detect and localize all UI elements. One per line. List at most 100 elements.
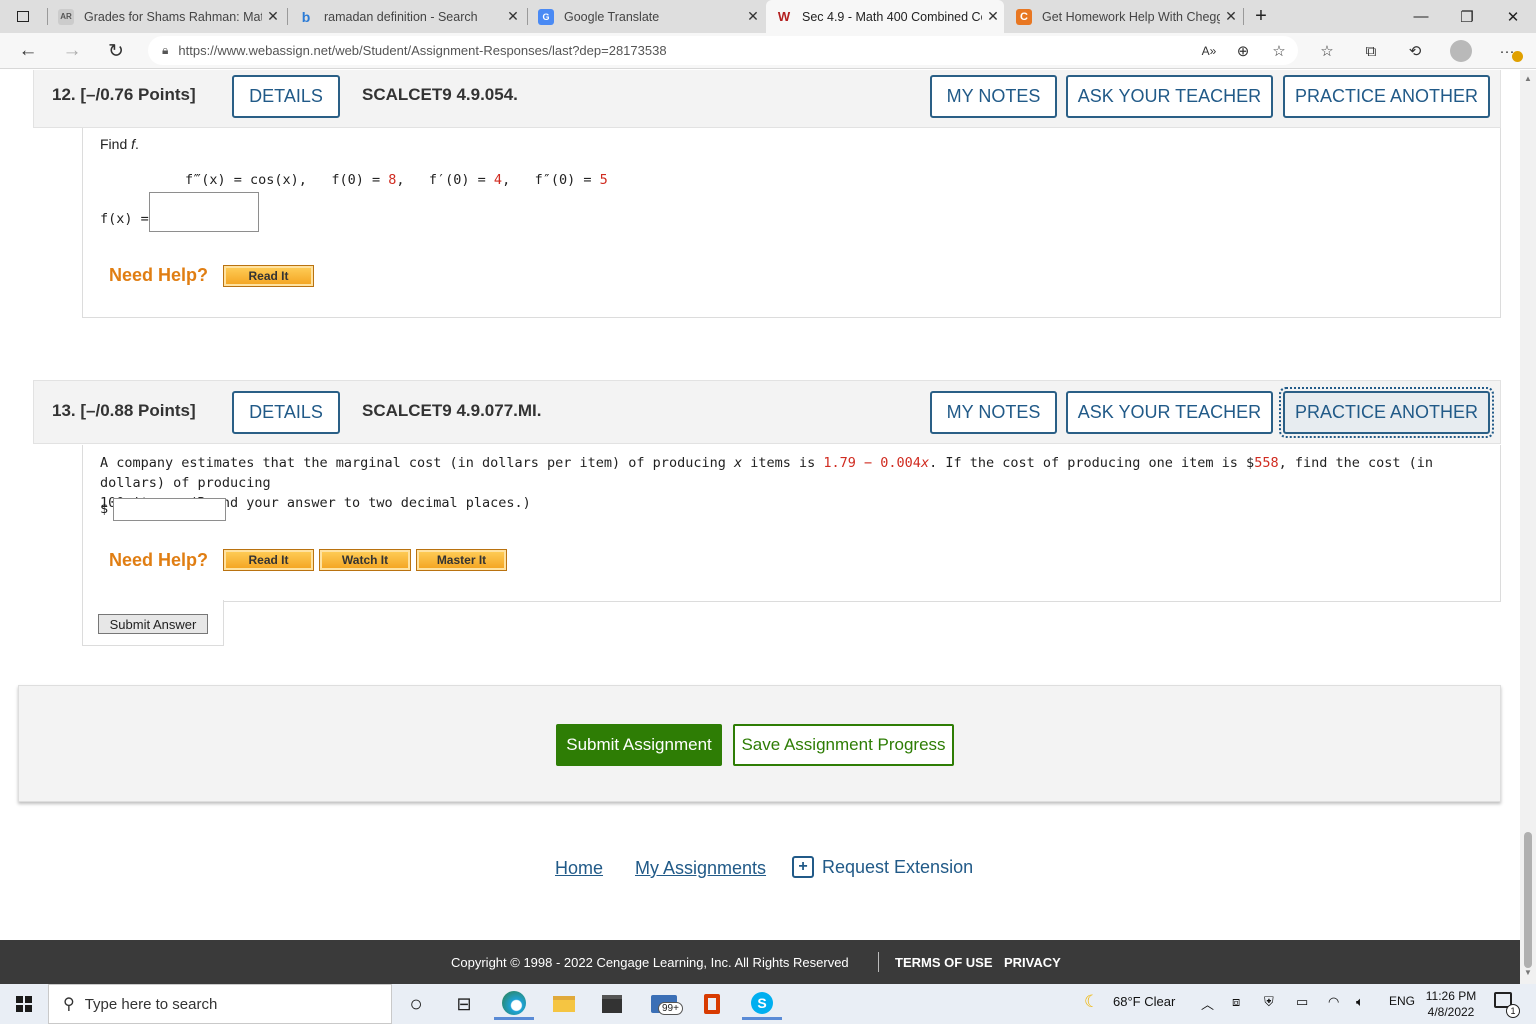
details-button[interactable]: DETAILS — [232, 391, 340, 434]
close-tab-icon[interactable]: ✕ — [982, 8, 1004, 25]
tab-grades[interactable]: AR Grades for Shams Rahman: Math ✕ — [48, 0, 284, 33]
search-icon: ⚲ — [63, 996, 75, 1013]
show-hidden-icons-icon[interactable]: ︿ — [1201, 994, 1214, 1013]
close-tab-icon[interactable]: ✕ — [262, 8, 284, 25]
task-view-icon[interactable]: ⊟ — [444, 988, 484, 1020]
favorites-icon[interactable]: ☆ — [1314, 38, 1340, 64]
microsoft-store-icon[interactable] — [592, 988, 632, 1020]
tab-sec-4-9[interactable]: W Sec 4.9 - Math 400 Combined Co ✕ — [766, 0, 1004, 33]
meet-now-icon[interactable]: ⧈ — [1232, 994, 1240, 1010]
ask-your-teacher-button[interactable]: ASK YOUR TEACHER — [1066, 391, 1273, 434]
new-tab-button[interactable]: + — [1244, 0, 1278, 33]
search-placeholder: Type here to search — [84, 995, 218, 1013]
terms-of-use-link[interactable]: TERMS OF USE — [895, 955, 993, 970]
scrollbar-thumb[interactable] — [1524, 832, 1532, 968]
minimize-button[interactable]: — — [1398, 0, 1444, 33]
update-badge-icon — [1512, 51, 1523, 62]
close-tab-icon[interactable]: ✕ — [1220, 8, 1242, 25]
battery-icon[interactable]: ▭ — [1296, 994, 1308, 1010]
save-assignment-progress-button[interactable]: Save Assignment Progress — [733, 724, 954, 766]
question-12-body: Find f. f‴(x) = cos(x), f(0) = 8, f′(0) … — [82, 128, 1501, 318]
tab-title: Google Translate — [564, 9, 660, 24]
close-tab-icon[interactable]: ✕ — [502, 8, 524, 25]
tab-google-translate[interactable]: G Google Translate ✕ — [528, 0, 764, 33]
language-indicator[interactable]: ENG — [1389, 994, 1415, 1008]
close-tab-icon[interactable]: ✕ — [742, 8, 764, 25]
page-content: 12. [–/0.76 Points] DETAILS SCALCET9 4.9… — [0, 70, 1520, 940]
refresh-icon[interactable]: ↻ — [102, 37, 130, 65]
lock-icon: 🔒︎ — [162, 43, 169, 57]
system-clock[interactable]: 11:26 PM 4/8/2022 — [1420, 988, 1482, 1020]
weather-text[interactable]: 68°F Clear — [1113, 994, 1175, 1009]
clock-time: 11:26 PM — [1425, 989, 1477, 1003]
read-aloud-icon[interactable]: A» — [1196, 38, 1222, 64]
submit-assignment-button[interactable]: Submit Assignment — [556, 724, 722, 766]
submit-answer-button[interactable]: Submit Answer — [98, 614, 208, 634]
need-help-label: Need Help? — [109, 265, 209, 285]
notifications-icon[interactable]: 1 — [1494, 992, 1520, 1018]
tab-actions-icon[interactable] — [0, 0, 46, 33]
file-explorer-icon[interactable] — [544, 988, 584, 1020]
google-translate-icon: G — [538, 8, 554, 25]
security-icon[interactable]: ⛨ — [1264, 994, 1274, 1010]
practice-another-button[interactable]: PRACTICE ANOTHER — [1283, 75, 1490, 118]
home-link[interactable]: Home — [555, 858, 603, 879]
practice-another-button[interactable]: PRACTICE ANOTHER — [1279, 387, 1494, 438]
profile-avatar-icon[interactable] — [1448, 38, 1474, 64]
scroll-up-arrow-icon[interactable]: ▲ — [1524, 74, 1532, 83]
cortana-icon[interactable]: ○ — [396, 988, 436, 1020]
watch-it-button[interactable]: Watch It — [319, 549, 411, 571]
my-notes-button[interactable]: MY NOTES — [930, 391, 1057, 434]
assignment-actions-panel: Submit Assignment Save Assignment Progre… — [18, 685, 1501, 802]
edge-browser-icon[interactable] — [494, 988, 534, 1020]
skype-icon[interactable]: S — [742, 988, 782, 1020]
question-text: A company estimates that the marginal co… — [100, 455, 1434, 511]
webassign-grades-icon: AR — [58, 8, 74, 25]
mail-icon[interactable]: 99+ — [644, 988, 684, 1020]
need-help-label: Need Help? — [109, 550, 209, 570]
details-button[interactable]: DETAILS — [232, 75, 340, 118]
privacy-link[interactable]: PRIVACY — [1004, 955, 1061, 970]
my-notes-button[interactable]: MY NOTES — [930, 75, 1057, 118]
question-prompt: Find f. — [100, 136, 139, 152]
volume-icon[interactable]: 🔈︎ — [1356, 994, 1364, 1010]
question-13-header: 13. [–/0.88 Points] DETAILS SCALCET9 4.9… — [33, 380, 1501, 444]
url-text: https://www.webassign.net/web/Student/As… — [178, 43, 667, 58]
back-arrow-icon[interactable]: ← — [14, 37, 42, 65]
request-extension-link[interactable]: + Request Extension — [792, 856, 973, 878]
tab-bing-search[interactable]: b ramadan definition - Search ✕ — [288, 0, 524, 33]
zoom-icon[interactable]: ⊕ — [1230, 38, 1256, 64]
page-scrollbar[interactable]: ▲ ▼ — [1520, 70, 1536, 984]
office-icon[interactable] — [692, 988, 732, 1020]
restore-button[interactable]: ❐ — [1444, 0, 1490, 33]
add-favorite-icon[interactable]: ☆ — [1266, 38, 1292, 64]
chegg-icon: C — [1016, 8, 1032, 25]
tab-title: Grades for Shams Rahman: Math — [84, 9, 262, 24]
tab-chegg[interactable]: C Get Homework Help With Chegg ✕ — [1006, 0, 1242, 33]
master-it-button[interactable]: Master It — [416, 549, 507, 571]
submit-answer-container: Submit Answer — [82, 600, 224, 646]
my-assignments-link[interactable]: My Assignments — [635, 858, 766, 879]
address-bar[interactable]: 🔒︎ https://www.webassign.net/web/Student… — [148, 36, 1298, 65]
weather-moon-icon[interactable]: ☾ — [1084, 992, 1099, 1012]
close-window-button[interactable]: ✕ — [1490, 0, 1536, 33]
read-it-button[interactable]: Read It — [223, 549, 314, 571]
footer-divider — [878, 952, 879, 972]
request-extension-label: Request Extension — [822, 856, 974, 877]
clock-date: 4/8/2022 — [1427, 1005, 1475, 1019]
tab-title: ramadan definition - Search — [324, 9, 478, 24]
ask-your-teacher-button[interactable]: ASK YOUR TEACHER — [1066, 75, 1273, 118]
answer-input[interactable] — [113, 498, 226, 521]
taskbar-search[interactable]: ⚲ Type here to search — [48, 984, 392, 1024]
forward-arrow-icon[interactable]: → — [58, 37, 86, 65]
wifi-icon[interactable]: ◠ — [1328, 994, 1339, 1010]
read-it-button[interactable]: Read It — [223, 265, 314, 287]
calendar-plus-icon: + — [792, 856, 814, 878]
tab-title: Get Homework Help With Chegg — [1042, 9, 1220, 24]
answer-input[interactable] — [149, 192, 259, 232]
collections-icon[interactable]: ⧉ — [1358, 38, 1384, 64]
history-icon[interactable]: ⟲ — [1402, 38, 1428, 64]
scroll-down-arrow-icon[interactable]: ▼ — [1524, 968, 1532, 977]
question-number: 13. [–/0.88 Points] — [52, 401, 196, 420]
start-button[interactable] — [0, 984, 48, 1024]
